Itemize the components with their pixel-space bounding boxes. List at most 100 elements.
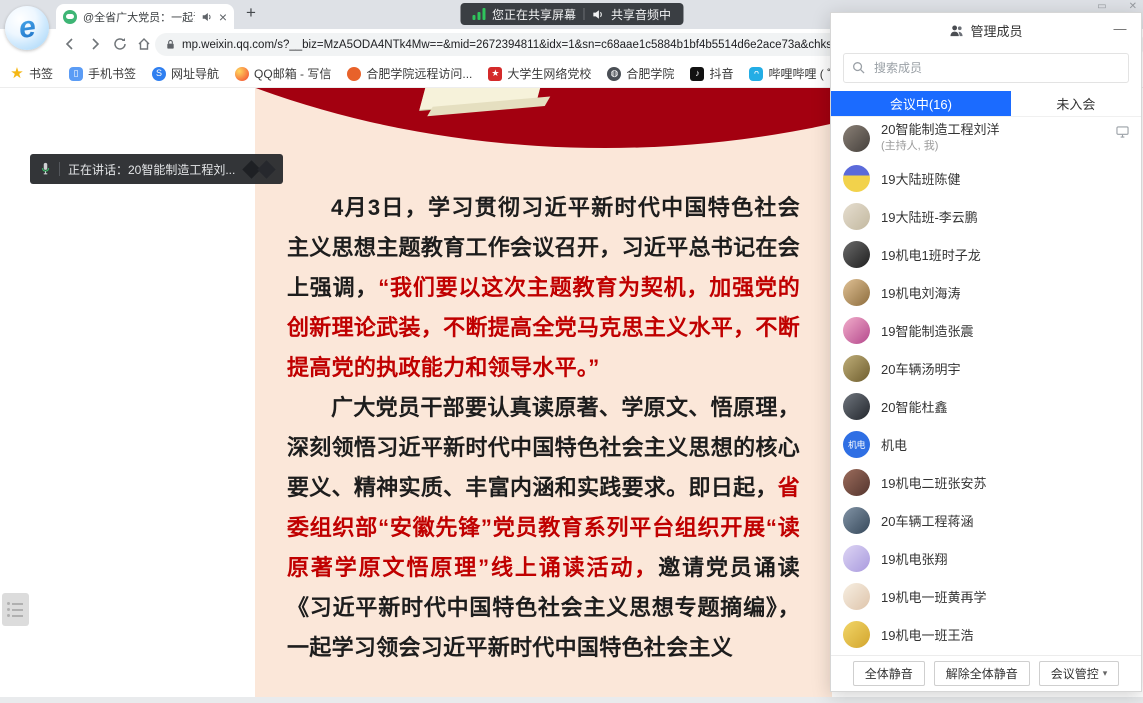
member-row[interactable]: 19智能制造张震 (831, 311, 1141, 349)
avatar (843, 317, 870, 344)
bookmark-qqmail[interactable]: QQ邮箱 - 写信 (235, 65, 331, 82)
panel-footer: 全体静音 解除全体静音 会议管控 ▾ (831, 655, 1141, 691)
bookmark-nav[interactable]: S网址导航 (152, 65, 219, 82)
avatar (843, 583, 870, 610)
member-row[interactable]: 19机电一班王浩 (831, 615, 1141, 653)
floating-list-widget[interactable] (2, 593, 29, 626)
member-name: 19智能制造张震 (881, 321, 973, 340)
browser-logo-icon[interactable]: e (5, 6, 49, 50)
avatar (843, 279, 870, 306)
avatar (843, 621, 870, 648)
bookmark-party-school[interactable]: ★大学生网络党校 (488, 65, 591, 82)
search-input[interactable] (843, 53, 1129, 83)
member-row[interactable]: 19大陆班陈健 (831, 159, 1141, 197)
avatar: 机电 (843, 431, 870, 458)
avatar (843, 165, 870, 192)
audio-speaker-icon (591, 8, 604, 21)
divider (59, 162, 60, 176)
unmute-all-button[interactable]: 解除全体静音 (934, 661, 1030, 686)
bookmark-hfu[interactable]: ◍合肥学院 (607, 65, 674, 82)
new-tab-button[interactable]: + (246, 3, 256, 23)
avatar (843, 355, 870, 382)
member-name: 19机电二班张安苏 (881, 473, 986, 492)
panel-header: 管理成员 — (831, 13, 1141, 47)
forward-icon[interactable] (87, 36, 103, 52)
lock-icon (165, 39, 176, 50)
bookmark-douyin[interactable]: ♪抖音 (690, 65, 733, 82)
douyin-icon: ♪ (690, 67, 704, 81)
back-icon[interactable] (62, 36, 78, 52)
member-row[interactable]: 20智能杜鑫 (831, 387, 1141, 425)
bookmark-mobile[interactable]: ▯手机书签 (69, 65, 136, 82)
member-row[interactable]: 19机电张翔 (831, 539, 1141, 577)
share-banner-text: 您正在共享屏幕 (492, 6, 576, 23)
panel-title: 管理成员 (970, 21, 1022, 40)
nav-icon: S (152, 67, 166, 81)
member-name: 20车辆汤明宇 (881, 359, 960, 378)
avatar (843, 241, 870, 268)
avatar (843, 393, 870, 420)
avatar (843, 507, 870, 534)
screen-share-icon (1116, 125, 1129, 143)
member-management-panel: 管理成员 — 会议中(16) 未入会 20智能制造工程刘洋 (主持人, 我) (830, 12, 1142, 692)
member-row[interactable]: 19机电二班张安苏 (831, 463, 1141, 501)
party-school-icon: ★ (488, 67, 502, 81)
avatar (843, 469, 870, 496)
tab-audio-icon[interactable] (201, 11, 213, 23)
member-row[interactable]: 19机电刘海涛 (831, 273, 1141, 311)
share-audio-text: 共享音频中 (611, 6, 671, 23)
bookmark-shuqian[interactable]: ★书签 (10, 65, 53, 82)
avatar (843, 203, 870, 230)
member-row[interactable]: 20车辆工程蒋涵 (831, 501, 1141, 539)
hfu-remote-icon (347, 67, 361, 81)
tab-not-joined[interactable]: 未入会 (1011, 91, 1141, 116)
member-name: 20智能杜鑫 (881, 397, 947, 416)
member-name: 20智能制造工程刘洋 (881, 122, 999, 139)
home-icon[interactable] (136, 36, 152, 52)
window-controls: ▭ ✕ (1097, 1, 1137, 12)
speaking-toast: 正在讲话：20智能制造工程刘... (30, 154, 283, 184)
member-name: 19机电刘海涛 (881, 283, 960, 302)
globe-icon: ◍ (607, 67, 621, 81)
browser-tab[interactable]: @全省广大党员：一起读原著 × (56, 4, 234, 29)
member-name: 20车辆工程蒋涵 (881, 511, 973, 530)
page-bottom-strip (0, 697, 1143, 703)
tab-in-meeting[interactable]: 会议中(16) (831, 91, 1011, 116)
mute-all-button[interactable]: 全体静音 (853, 661, 925, 686)
tab-close-icon[interactable]: × (219, 10, 227, 24)
panel-minimize-button[interactable]: — (1109, 17, 1131, 39)
screen-share-banner: 您正在共享屏幕 共享音频中 (460, 3, 683, 25)
wechat-article-favicon (63, 10, 77, 24)
member-name: 19机电张翔 (881, 549, 947, 568)
signal-bars-icon (472, 8, 485, 20)
decor-diamond (258, 160, 276, 178)
reload-icon[interactable] (112, 36, 128, 52)
speaking-toast-text: 正在讲话：20智能制造工程刘... (68, 161, 235, 178)
meeting-control-button[interactable]: 会议管控 ▾ (1039, 661, 1120, 686)
tab-title: @全省广大党员：一起读原著 (83, 9, 195, 25)
wechat-article: 4月3日，学习贯彻习近平新时代中国特色社会主义思想主题教育工作会议召开，习近平总… (255, 88, 832, 697)
window-close-icon[interactable]: ✕ (1129, 1, 1137, 12)
member-row[interactable]: 20车辆汤明宇 (831, 349, 1141, 387)
article-paragraph-1: 4月3日，学习贯彻习近平新时代中国特色社会主义思想主题教育工作会议召开，习近平总… (287, 188, 800, 388)
member-row[interactable]: 19机电一班黄再学 (831, 577, 1141, 615)
avatar (843, 545, 870, 572)
member-row[interactable]: 19机电1班时子龙 (831, 235, 1141, 273)
member-row[interactable]: 机电机电 (831, 425, 1141, 463)
phone-icon: ▯ (69, 67, 83, 81)
member-list[interactable]: 20智能制造工程刘洋 (主持人, 我) 19大陆班陈健 19大陆班-李云鹏 19… (831, 117, 1141, 655)
qqmail-icon (235, 67, 249, 81)
member-row-host[interactable]: 20智能制造工程刘洋 (主持人, 我) (831, 117, 1141, 159)
bookmark-hfu-remote[interactable]: 合肥学院远程访问... (347, 65, 472, 82)
chevron-down-icon: ▾ (1103, 668, 1108, 679)
member-name: 19大陆班-李云鹏 (881, 207, 978, 226)
member-name: 机电 (881, 435, 907, 454)
member-name: 19大陆班陈健 (881, 169, 960, 188)
screen: ▭ ✕ e @全省广大党员：一起读原著 × + 您正在共享屏幕 共享音频中 (0, 0, 1143, 703)
search-icon (852, 61, 865, 79)
members-icon (949, 24, 964, 37)
bilibili-icon: ᴖ (749, 67, 763, 81)
microphone-icon (40, 162, 51, 176)
member-row[interactable]: 19大陆班-李云鹏 (831, 197, 1141, 235)
window-restore-icon[interactable]: ▭ (1097, 1, 1106, 12)
